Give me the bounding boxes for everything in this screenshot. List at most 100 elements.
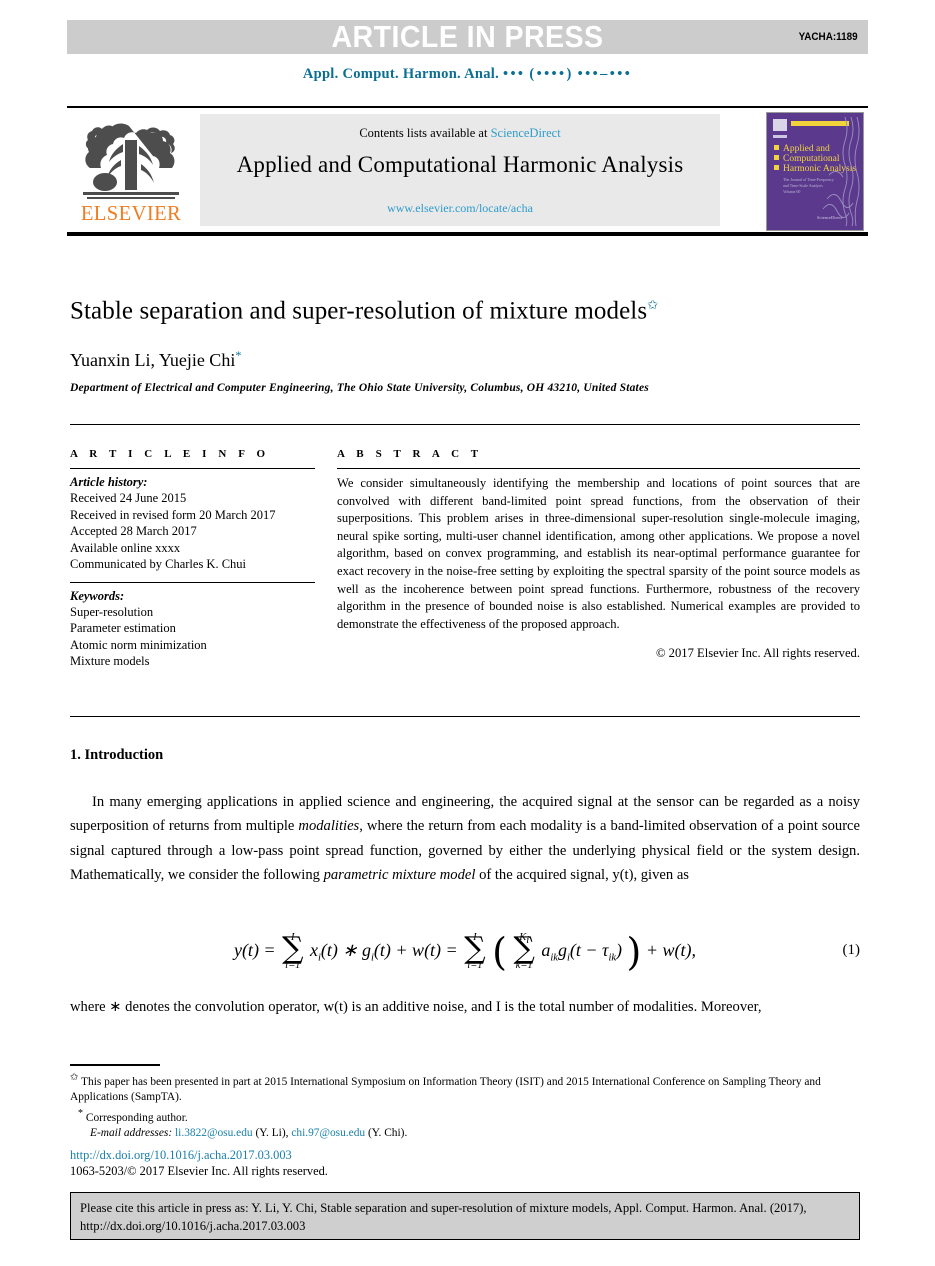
page-title: Stable separation and super-resolution o…: [70, 297, 860, 325]
keyword-item: Atomic norm minimization: [70, 637, 207, 652]
footnote-star: ✩ This paper has been presented in part …: [70, 1070, 860, 1106]
equation-term-x: x: [310, 940, 318, 960]
intro-text-c: of the acquired signal, y(t), given as: [475, 866, 689, 883]
footnote-separator-rule: [70, 1064, 160, 1066]
running-head-volume: •••: [502, 66, 526, 82]
footnote-block: ✩ This paper has been presented in part …: [70, 1070, 860, 1142]
elsevier-tree-icon: [83, 123, 179, 199]
corresponding-author-marker[interactable]: *: [235, 348, 241, 362]
running-head-journal: Appl. Comput. Harmon. Anal.: [302, 66, 500, 82]
right-paren: ): [626, 929, 642, 974]
svg-text:ScienceDirect: ScienceDirect: [817, 215, 843, 220]
doi-block: http://dx.doi.org/10.1016/j.acha.2017.03…: [70, 1147, 328, 1179]
author-names: Yuanxin Li, Yuejie Chi: [70, 350, 236, 370]
email-owner-chi: (Y. Chi).: [367, 1127, 408, 1140]
history-received: Received 24 June 2015: [70, 491, 187, 505]
svg-text:and Time-Scale Analysis: and Time-Scale Analysis: [783, 183, 823, 188]
issn-copyright-line: 1063-5203/© 2017 Elsevier Inc. All right…: [70, 1164, 328, 1178]
intro-paragraph-1: In many emerging applications in applied…: [70, 790, 860, 887]
footnote-star-marker: ✩: [70, 1072, 79, 1083]
intro-paragraph-2: where ∗ denotes the convolution operator…: [70, 999, 762, 1015]
history-communicated: Communicated by Charles K. Chui: [70, 557, 247, 571]
elsevier-logo: ELSEVIER: [71, 114, 191, 226]
article-in-press-label: ARTICLE IN PRESS: [331, 19, 604, 54]
equation-g: g: [557, 940, 567, 960]
equation-coef-a-sub: ik: [550, 952, 558, 964]
contents-prefix: Contents lists available at: [359, 126, 488, 140]
sciencedirect-link[interactable]: ScienceDirect: [491, 126, 561, 140]
section-title: Introduction: [84, 747, 164, 763]
history-online: Available online xxxx: [70, 540, 181, 555]
section-divider-rule: [70, 716, 860, 717]
svg-text:The Journal of Time-Frequency: The Journal of Time-Frequency: [783, 177, 834, 182]
contents-panel: Contents lists available at ScienceDirec…: [200, 114, 720, 226]
elsevier-wordmark: ELSEVIER: [80, 201, 182, 225]
journal-title: Applied and Computational Harmonic Analy…: [236, 152, 684, 177]
email-link-chi[interactable]: chi.97@osu.edu: [291, 1127, 365, 1139]
abstract-copyright: © 2017 Elsevier Inc. All rights reserved…: [655, 646, 860, 661]
sum3-lower-limit: k=1: [515, 959, 533, 971]
sum-lower-limit: i=1: [285, 959, 301, 971]
intro-italic-modalities: modalities: [298, 818, 360, 835]
sum2-lower-limit: i=1: [467, 959, 483, 971]
contents-lists-line: Contents lists available at ScienceDirec…: [200, 126, 720, 141]
keyword-item: Super-resolution: [70, 604, 154, 619]
svg-text:Computational: Computational: [783, 154, 840, 164]
equation-tail: + w(t),: [645, 940, 697, 960]
journal-cover-art: Applied and Computational Harmonic Analy…: [767, 113, 861, 228]
history-revised: Received in revised form 20 March 2017: [70, 507, 276, 522]
abstract-rule: [337, 468, 860, 469]
section-number: 1.: [70, 747, 81, 763]
summation-i-2: I ∑ i=1: [464, 920, 485, 984]
footnote-emails: E-mail addresses: li.3822@osu.edu (Y. Li…: [70, 1126, 860, 1142]
equation-expression: y(t) = I ∑ i=1 xi(t) ∗ gi(t) + w(t) = I …: [70, 918, 860, 991]
section-heading-introduction: 1. Introduction: [70, 747, 163, 764]
masthead-bottom-rule: [67, 232, 868, 236]
display-equation-1: y(t) = I ∑ i=1 xi(t) ∗ gi(t) + w(t) = I …: [70, 918, 860, 982]
equation-inner-tail: (t − τ: [569, 940, 609, 960]
running-head-pages: •••–•••: [577, 66, 633, 82]
doi-link[interactable]: http://dx.doi.org/10.1016/j.acha.2017.03…: [70, 1147, 328, 1163]
article-info-column: A R T I C L E I N F O Article history: R…: [70, 448, 315, 670]
running-head-year: (••••): [529, 66, 574, 82]
article-info-rule: [70, 468, 315, 469]
equation-term-tail: (t) + w(t) =: [373, 940, 458, 960]
title-footnote-marker[interactable]: ✩: [647, 297, 658, 312]
running-head: Appl. Comput. Harmon. Anal. ••• (••••) •…: [0, 66, 935, 83]
footnote-star-text: This paper has been presented in part at…: [70, 1075, 821, 1104]
journal-cover-thumbnail: Applied and Computational Harmonic Analy…: [766, 112, 864, 231]
journal-url-link[interactable]: www.elsevier.com/locate/acha: [200, 201, 720, 216]
footnote-corr-marker: *: [78, 1107, 83, 1119]
intro-italic-model: parametric mixture model: [323, 866, 476, 883]
left-paren: (: [492, 929, 507, 974]
footnote-corr-text: Corresponding author.: [85, 1111, 188, 1124]
footnote-corresponding: * Corresponding author.: [70, 1106, 860, 1126]
keyword-item: Mixture models: [70, 654, 150, 668]
keywords-rule: [70, 581, 315, 583]
equation-term-rest: (t) ∗ g: [320, 940, 371, 960]
summation-i: I ∑ i=1: [282, 920, 303, 984]
svg-text:Applied and: Applied and: [783, 144, 830, 154]
keywords-heading: Keywords:: [70, 588, 125, 603]
keyword-item: Parameter estimation: [70, 621, 176, 635]
affiliation-rule: [70, 424, 860, 425]
article-history-heading: Article history:: [70, 475, 148, 489]
email-owner-li: (Y. Li),: [255, 1127, 289, 1140]
email-label: E-mail addresses:: [90, 1127, 173, 1140]
abstract-text: We consider simultaneously identifying t…: [337, 476, 860, 631]
article-in-press-banner: ARTICLE IN PRESS YACHA:1189: [67, 20, 868, 54]
masthead-top-rule: [67, 106, 868, 108]
summation-k: Ki ∑ k=1: [513, 920, 534, 984]
email-link-li[interactable]: li.3822@osu.edu: [175, 1127, 253, 1139]
equation-number: (1): [842, 942, 861, 958]
journal-masthead: ELSEVIER Contents lists available at Sci…: [67, 106, 868, 236]
history-accepted: Accepted 28 March 2017: [70, 524, 197, 538]
paper-page: ARTICLE IN PRESS YACHA:1189 Appl. Comput…: [0, 0, 935, 1266]
affiliation: Department of Electrical and Computer En…: [70, 382, 649, 394]
author-list: Yuanxin Li, Yuejie Chi*: [70, 348, 860, 371]
please-cite-box: Please cite this article in press as: Y.…: [70, 1192, 860, 1240]
article-title-text: Stable separation and super-resolution o…: [70, 297, 648, 325]
equation-inner-close: ): [616, 940, 623, 960]
abstract-heading: A B S T R A C T: [337, 448, 483, 460]
abstract-column: A B S T R A C T We consider simultaneous…: [337, 448, 860, 661]
